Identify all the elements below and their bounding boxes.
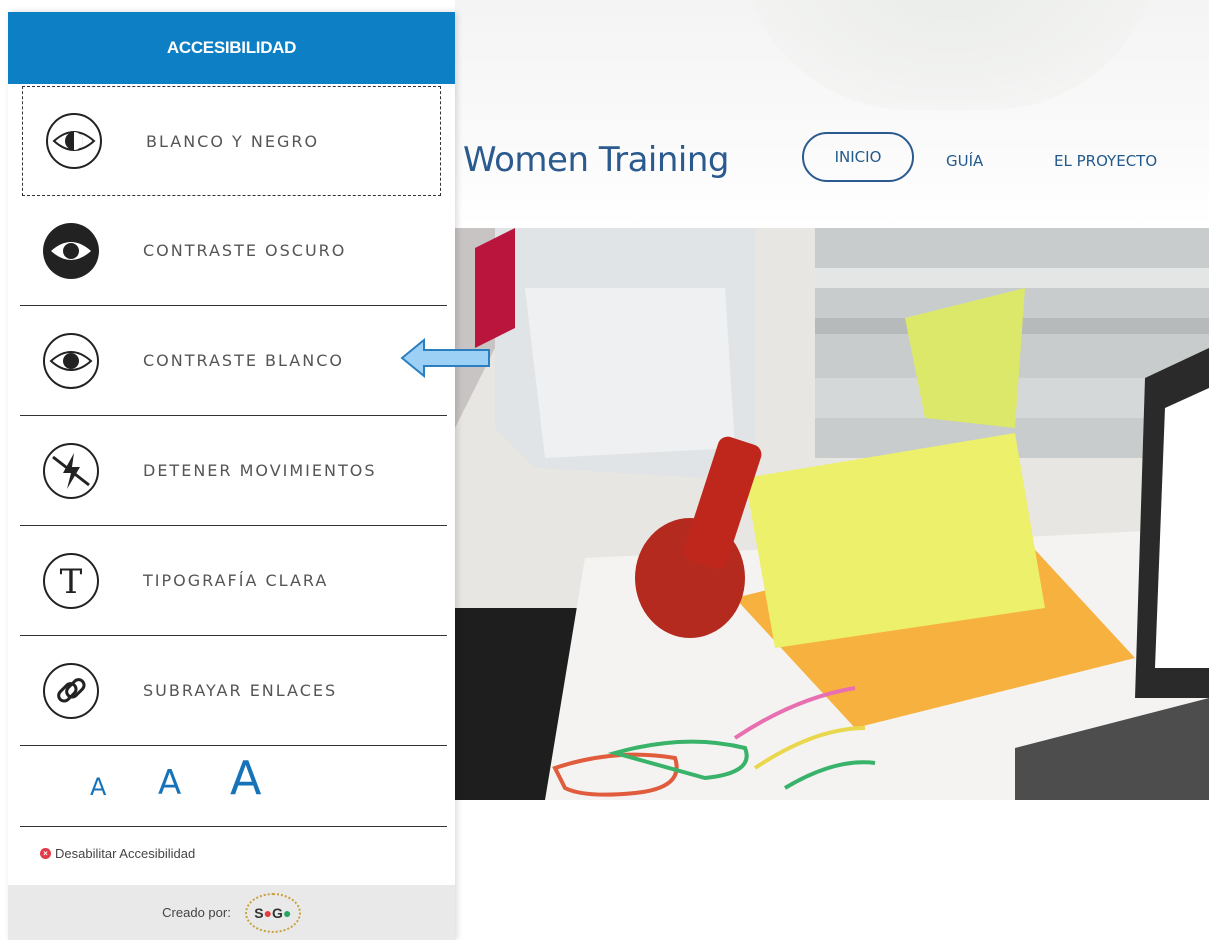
option-contraste-oscuro[interactable]: CONTRASTE OSCURO xyxy=(20,196,447,306)
accessibility-panel: ACCESIBILIDAD BLANCO Y NEGRO CONTRASTE O… xyxy=(8,12,455,940)
option-label: DETENER MOVIMIENTOS xyxy=(143,461,377,480)
svg-text:T: T xyxy=(60,562,83,602)
option-blanco-y-negro[interactable]: BLANCO Y NEGRO xyxy=(22,86,441,196)
nav-el-proyecto[interactable]: EL PROYECTO xyxy=(1054,152,1157,170)
site-brand[interactable]: Women Training xyxy=(463,140,729,180)
option-label: CONTRASTE OSCURO xyxy=(143,241,347,260)
eye-grayscale-icon xyxy=(43,110,105,172)
option-label: BLANCO Y NEGRO xyxy=(146,131,320,151)
hero-image xyxy=(455,228,1209,800)
close-circle-icon: × xyxy=(40,848,51,859)
created-by-label: Creado por: xyxy=(162,905,231,920)
site-header xyxy=(455,0,1209,228)
link-icon xyxy=(40,660,102,722)
eye-dark-icon xyxy=(40,220,102,282)
option-label: SUBRAYAR ENLACES xyxy=(143,681,338,700)
option-detener-movimientos[interactable]: DETENER MOVIMIENTOS xyxy=(20,416,447,526)
option-tipografia-clara[interactable]: T TIPOGRAFÍA CLARA xyxy=(20,526,447,636)
panel-footer: Creado por: S ● G ● xyxy=(8,885,455,940)
disable-accessibility-link[interactable]: × Desabilitar Accesibilidad xyxy=(40,846,195,861)
font-size-small-button[interactable]: A xyxy=(90,773,106,801)
option-subrayar-enlaces[interactable]: SUBRAYAR ENLACES xyxy=(20,636,447,746)
option-contraste-blanco[interactable]: CONTRASTE BLANCO xyxy=(20,306,447,416)
font-size-large-button[interactable]: A xyxy=(230,751,261,805)
font-size-medium-button[interactable]: A xyxy=(158,763,181,803)
header-background-image xyxy=(740,0,1160,110)
pointer-arrow-icon xyxy=(400,337,492,383)
nav-inicio[interactable]: INICIO xyxy=(802,132,914,182)
option-label: TIPOGRAFÍA CLARA xyxy=(143,571,329,590)
nav-guia[interactable]: GUÍA xyxy=(946,152,983,170)
eye-light-icon xyxy=(40,330,102,392)
disable-label: Desabilitar Accesibilidad xyxy=(55,846,196,861)
typography-icon: T xyxy=(40,550,102,612)
sogo-logo[interactable]: S ● G ● xyxy=(244,892,301,933)
font-size-controls: A A A xyxy=(20,747,447,827)
stop-motion-icon xyxy=(40,440,102,502)
panel-title: ACCESIBILIDAD xyxy=(8,12,455,84)
option-label: CONTRASTE BLANCO xyxy=(143,351,344,370)
